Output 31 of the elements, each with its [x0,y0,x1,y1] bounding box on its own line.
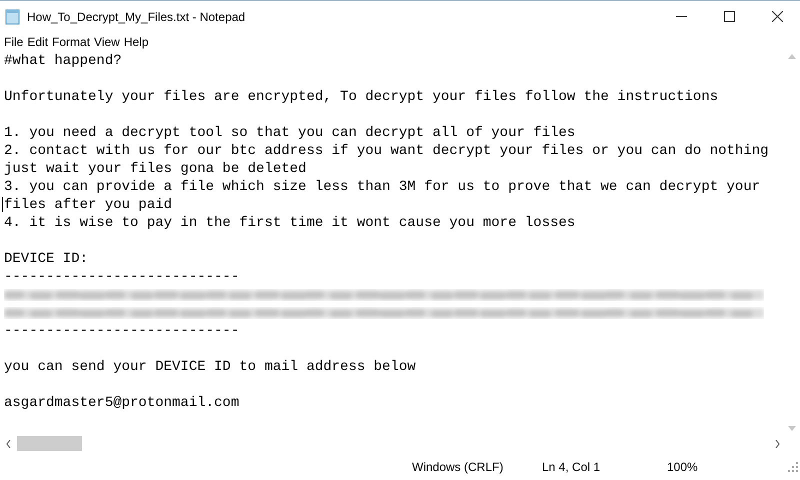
scroll-left-icon[interactable] [6,440,11,448]
text-line: just wait your files gona be deleted [4,161,306,177]
text-line: 2. contact with us for our btc address if you want decrypt your files or you can do nothing [4,143,769,159]
text-line: Unfortunately your files are encrypted, To decrypt your files follow the instructions [4,89,718,105]
text-line: you can send your DEVICE ID to mail address below [4,359,416,375]
text-line: asgardmaster5@protonmail.com [4,395,240,411]
text-line: 1. you need a decrypt tool so that you can decrypt all of your files [4,125,576,141]
text-line: #what happend? [4,53,122,69]
status-text: 100% [666,459,699,476]
close-icon [772,11,782,22]
scroll-right-icon[interactable] [775,440,780,448]
status-text: Windows (CRLF) [411,459,504,476]
menu-item[interactable]: Format [50,33,92,51]
text-line: ---------------------------- [4,269,240,285]
menu-item[interactable]: File [2,33,26,51]
text-line: 3. you can provide a file which size less than 3M for us to prove that we can decrypt your [4,179,760,195]
menu-item[interactable]: Help [122,33,151,51]
text-line: ---------------------------- [4,323,240,339]
scroll-down-icon[interactable] [788,426,796,431]
resize-grip-icon[interactable] [788,462,798,472]
menu-item[interactable]: View [92,33,122,51]
status-text: Ln 4, Col 1 [541,459,602,476]
text-line: files after you paid [4,197,172,213]
text-line: 4. it is wise to pay in the first time it wont cause you more losses [4,215,576,231]
menu-item[interactable]: Edit [25,33,50,51]
scroll-up-icon[interactable] [788,54,796,59]
notepad-icon [5,8,21,24]
text-line: DEVICE ID: [4,251,88,267]
window-title: How_To_Decrypt_My_Files.txt - Notepad [27,8,246,26]
scrollbar-thumb[interactable] [17,436,82,451]
maximize-icon [724,11,734,22]
